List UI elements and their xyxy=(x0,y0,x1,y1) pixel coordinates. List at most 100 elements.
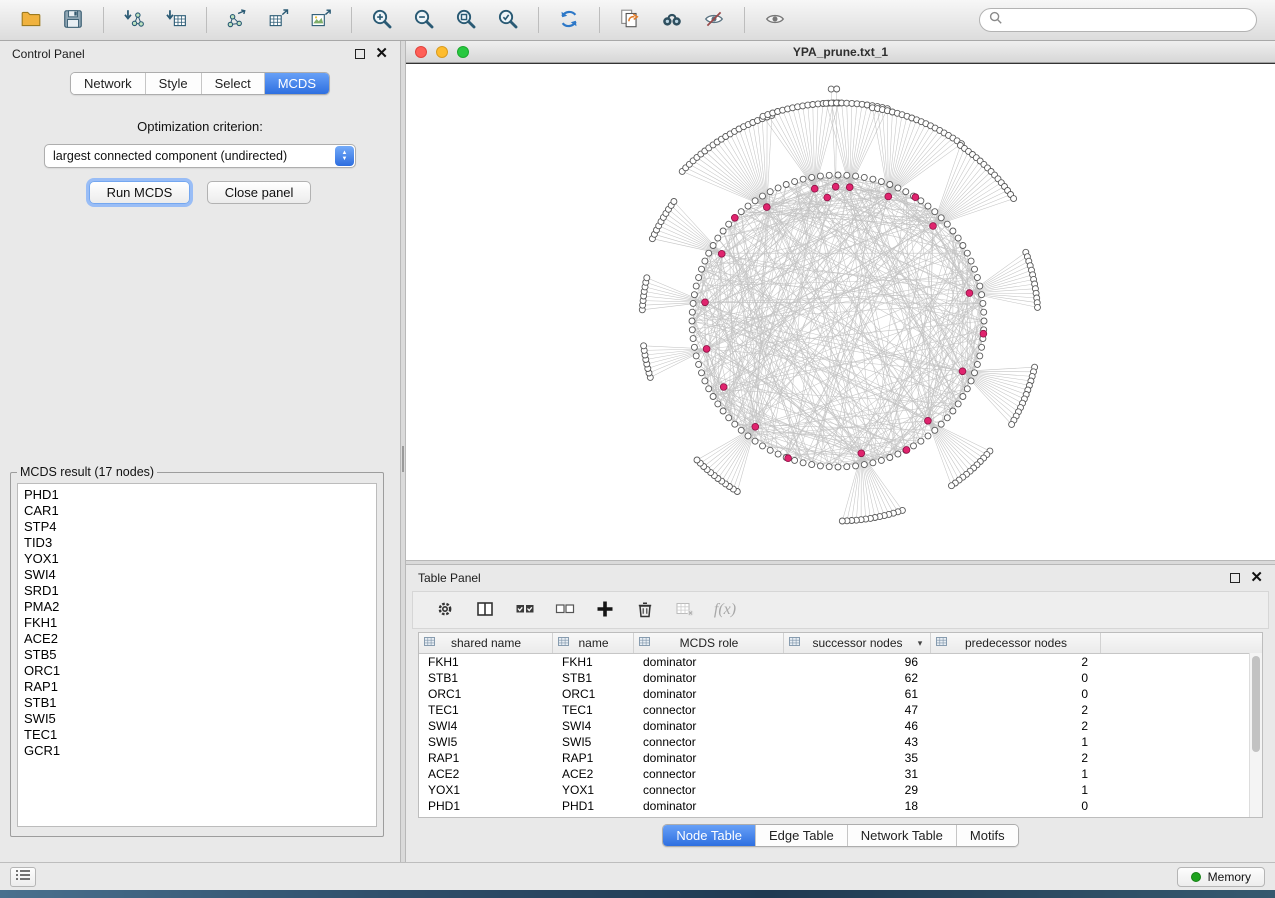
cell-predecessor-nodes[interactable]: 2 xyxy=(931,719,1101,733)
cell-successor-nodes[interactable]: 47 xyxy=(784,703,931,717)
mcds-result-item[interactable]: PMA2 xyxy=(18,599,376,615)
close-control-panel-button[interactable]: ✕ xyxy=(375,48,388,60)
close-mcds-panel-button[interactable]: Close panel xyxy=(207,181,312,204)
cell-name[interactable]: SWI4 xyxy=(553,719,634,733)
cell-predecessor-nodes[interactable]: 1 xyxy=(931,783,1101,797)
cell-mcds-role[interactable]: dominator xyxy=(634,719,784,733)
table-type-tab[interactable]: Edge Table xyxy=(756,825,848,846)
cell-mcds-role[interactable]: dominator xyxy=(634,799,784,813)
cell-name[interactable]: YOX1 xyxy=(553,783,634,797)
cell-shared-name[interactable]: PHD1 xyxy=(419,799,553,813)
control-panel-tab[interactable]: Style xyxy=(146,73,202,94)
table-row[interactable]: TEC1 TEC1 connector 47 2 xyxy=(419,702,1262,718)
cell-successor-nodes[interactable]: 96 xyxy=(784,655,931,669)
table-type-tab[interactable]: Node Table xyxy=(663,825,756,846)
cell-mcds-role[interactable]: dominator xyxy=(634,671,784,685)
control-panel-tab[interactable]: Network xyxy=(71,73,146,94)
cell-mcds-role[interactable]: dominator xyxy=(634,751,784,765)
cell-shared-name[interactable]: TEC1 xyxy=(419,703,553,717)
cell-mcds-role[interactable]: connector xyxy=(634,783,784,797)
cell-successor-nodes[interactable]: 31 xyxy=(784,767,931,781)
mcds-result-item[interactable]: ACE2 xyxy=(18,631,376,647)
window-close-button[interactable] xyxy=(415,46,427,58)
cell-shared-name[interactable]: ACE2 xyxy=(419,767,553,781)
mcds-result-item[interactable]: SRD1 xyxy=(18,583,376,599)
cell-predecessor-nodes[interactable]: 1 xyxy=(931,767,1101,781)
cell-successor-nodes[interactable]: 35 xyxy=(784,751,931,765)
cell-shared-name[interactable]: SWI4 xyxy=(419,719,553,733)
table-row[interactable]: SWI5 SWI5 connector 43 1 xyxy=(419,734,1262,750)
table-column-header[interactable]: shared name xyxy=(419,633,553,653)
cell-name[interactable]: STB1 xyxy=(553,671,634,685)
close-table-panel-button[interactable]: ✕ xyxy=(1250,572,1263,584)
criterion-dropdown[interactable]: largest connected component (undirected)… xyxy=(44,144,356,168)
open-session-button[interactable] xyxy=(15,4,47,36)
delete-column-button[interactable] xyxy=(633,598,657,622)
find-button[interactable] xyxy=(656,4,688,36)
cell-successor-nodes[interactable]: 18 xyxy=(784,799,931,813)
cell-name[interactable]: FKH1 xyxy=(553,655,634,669)
task-history-button[interactable] xyxy=(10,867,36,887)
cell-mcds-role[interactable]: connector xyxy=(634,735,784,749)
duplicate-network-button[interactable] xyxy=(614,4,646,36)
mcds-result-item[interactable]: STP4 xyxy=(18,519,376,535)
mcds-result-item[interactable]: SWI4 xyxy=(18,567,376,583)
network-graph[interactable] xyxy=(406,64,1275,560)
memory-button[interactable]: Memory xyxy=(1177,867,1265,887)
table-column-header[interactable]: predecessor nodes xyxy=(931,633,1101,653)
search-input[interactable] xyxy=(1008,12,1247,28)
cell-successor-nodes[interactable]: 61 xyxy=(784,687,931,701)
mcds-result-item[interactable]: SWI5 xyxy=(18,711,376,727)
table-row[interactable]: SWI4 SWI4 dominator 46 2 xyxy=(419,718,1262,734)
mcds-result-item[interactable]: TID3 xyxy=(18,535,376,551)
mcds-result-item[interactable]: TEC1 xyxy=(18,727,376,743)
float-table-panel-button[interactable] xyxy=(1230,573,1240,583)
cell-successor-nodes[interactable]: 46 xyxy=(784,719,931,733)
refresh-view-button[interactable] xyxy=(553,4,585,36)
cell-mcds-role[interactable]: connector xyxy=(634,703,784,717)
cell-predecessor-nodes[interactable]: 0 xyxy=(931,799,1101,813)
cell-name[interactable]: PHD1 xyxy=(553,799,634,813)
mcds-result-item[interactable]: FKH1 xyxy=(18,615,376,631)
table-row[interactable]: YOX1 YOX1 connector 29 1 xyxy=(419,782,1262,798)
cell-shared-name[interactable]: FKH1 xyxy=(419,655,553,669)
show-graphics-button[interactable] xyxy=(759,4,791,36)
window-zoom-button[interactable] xyxy=(457,46,469,58)
cell-predecessor-nodes[interactable]: 2 xyxy=(931,751,1101,765)
table-scrollbar[interactable] xyxy=(1249,653,1262,817)
table-type-tab[interactable]: Motifs xyxy=(957,825,1018,846)
mcds-result-item[interactable]: STB1 xyxy=(18,695,376,711)
cell-name[interactable]: ACE2 xyxy=(553,767,634,781)
cell-successor-nodes[interactable]: 29 xyxy=(784,783,931,797)
table-column-header[interactable]: successor nodes ▾ xyxy=(784,633,931,653)
mcds-result-item[interactable]: ORC1 xyxy=(18,663,376,679)
save-session-button[interactable] xyxy=(57,4,89,36)
deselect-all-button[interactable] xyxy=(553,598,577,622)
cell-name[interactable]: SWI5 xyxy=(553,735,634,749)
table-row[interactable]: FKH1 FKH1 dominator 96 2 xyxy=(419,654,1262,670)
export-network-button[interactable] xyxy=(221,4,253,36)
cell-predecessor-nodes[interactable]: 2 xyxy=(931,703,1101,717)
import-network-button[interactable] xyxy=(118,4,150,36)
zoom-out-button[interactable] xyxy=(408,4,440,36)
mcds-result-item[interactable]: PHD1 xyxy=(18,487,376,503)
cell-mcds-role[interactable]: connector xyxy=(634,767,784,781)
cell-predecessor-nodes[interactable]: 0 xyxy=(931,687,1101,701)
mcds-result-item[interactable]: GCR1 xyxy=(18,743,376,759)
table-column-header[interactable]: name xyxy=(553,633,634,653)
cell-shared-name[interactable]: SWI5 xyxy=(419,735,553,749)
cell-predecessor-nodes[interactable]: 1 xyxy=(931,735,1101,749)
export-image-button[interactable] xyxy=(305,4,337,36)
zoom-in-button[interactable] xyxy=(366,4,398,36)
table-row[interactable]: RAP1 RAP1 dominator 35 2 xyxy=(419,750,1262,766)
run-mcds-button[interactable]: Run MCDS xyxy=(89,181,191,204)
cell-mcds-role[interactable]: dominator xyxy=(634,655,784,669)
cell-successor-nodes[interactable]: 43 xyxy=(784,735,931,749)
mcds-result-item[interactable]: RAP1 xyxy=(18,679,376,695)
cell-name[interactable]: RAP1 xyxy=(553,751,634,765)
table-column-header[interactable]: MCDS role xyxy=(634,633,784,653)
network-canvas[interactable] xyxy=(406,63,1275,560)
table-settings-button[interactable] xyxy=(433,598,457,622)
zoom-fit-button[interactable] xyxy=(450,4,482,36)
select-all-button[interactable] xyxy=(513,598,537,622)
